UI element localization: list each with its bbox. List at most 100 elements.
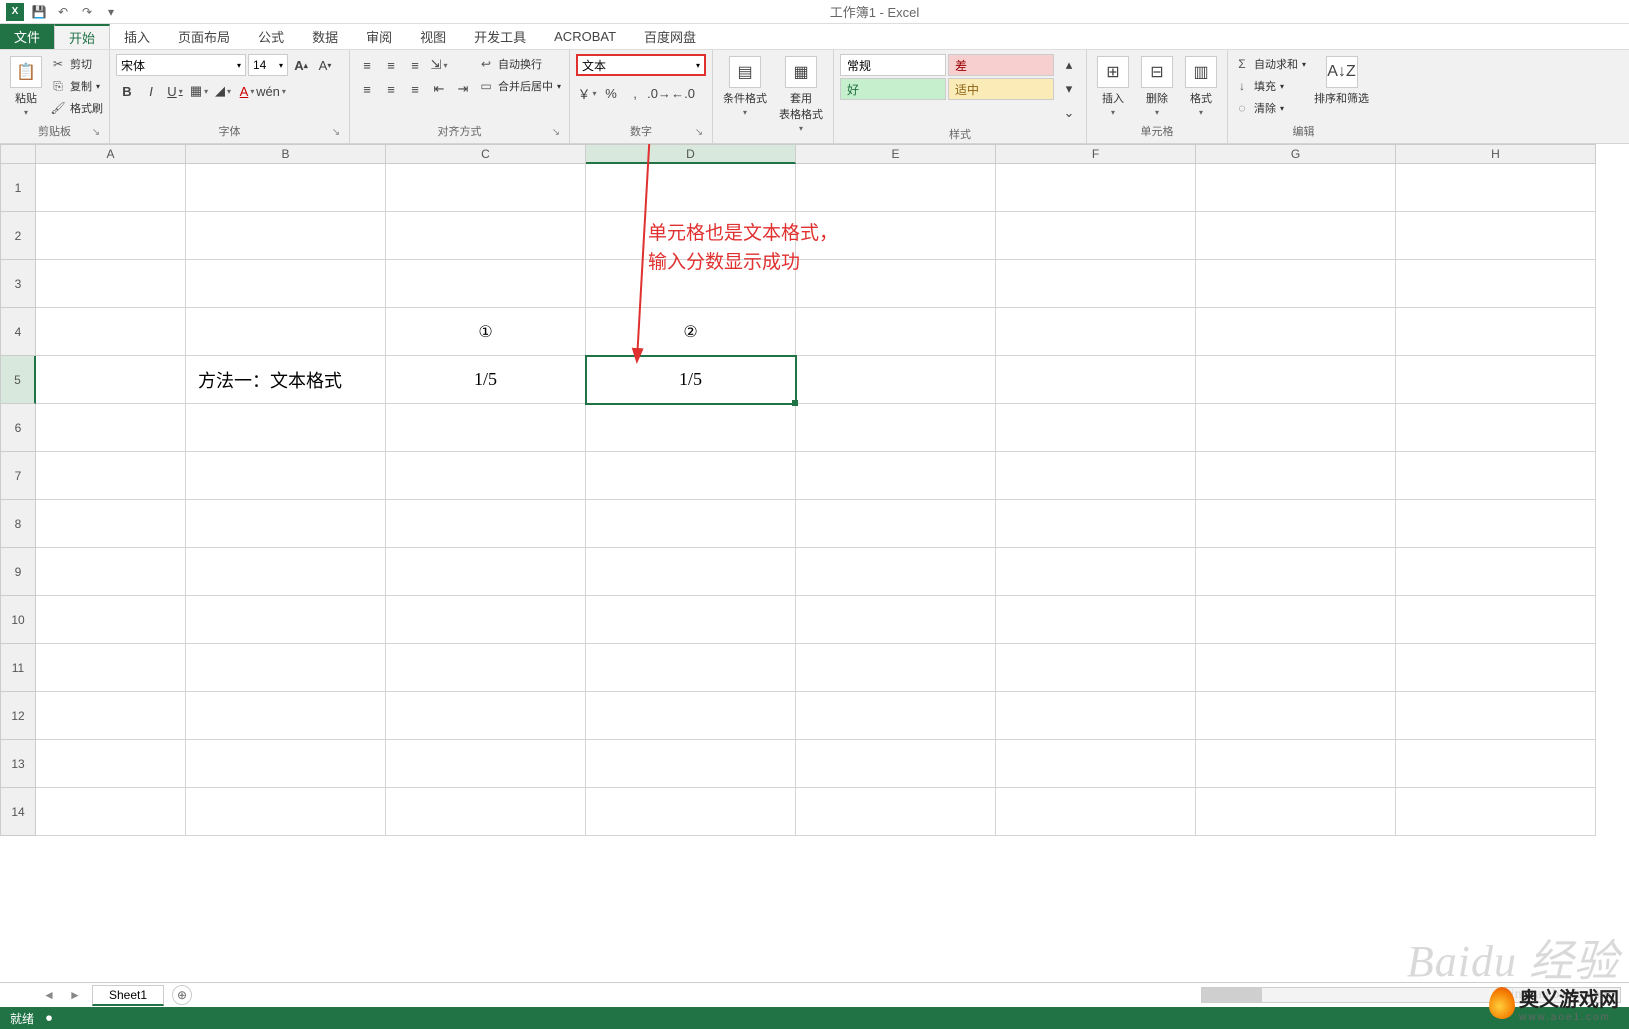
increase-font-button[interactable]: A▴	[290, 54, 312, 76]
cell-G4[interactable]	[1196, 308, 1396, 356]
styles-scroll-down[interactable]: ▾	[1058, 78, 1080, 100]
align-center-button[interactable]: ≡	[380, 78, 402, 100]
orientation-button[interactable]: ⇲▾	[428, 54, 450, 76]
cell-E1[interactable]	[796, 164, 996, 212]
cell-G6[interactable]	[1196, 404, 1396, 452]
row-header-7[interactable]: 7	[0, 452, 36, 500]
cell-F7[interactable]	[996, 452, 1196, 500]
cell-A12[interactable]	[36, 692, 186, 740]
format-cells-button[interactable]: ▥格式▾	[1181, 54, 1221, 119]
delete-cells-button[interactable]: ⊟删除▾	[1137, 54, 1177, 119]
cell-C7[interactable]	[386, 452, 586, 500]
tab-review[interactable]: 审阅	[352, 24, 406, 49]
tab-page-layout[interactable]: 页面布局	[164, 24, 244, 49]
number-format-select[interactable]: 文本▾	[576, 54, 706, 76]
font-color-button[interactable]: A▾	[236, 80, 258, 102]
sort-filter-button[interactable]: A↓Z排序和筛选	[1310, 54, 1373, 108]
cell-C10[interactable]	[386, 596, 586, 644]
cell-D5[interactable]: 1/5	[586, 356, 796, 404]
cell-C2[interactable]	[386, 212, 586, 260]
cell-H4[interactable]	[1396, 308, 1596, 356]
cell-C4[interactable]: ①	[386, 308, 586, 356]
fill-button[interactable]: ↓填充▾	[1234, 76, 1306, 96]
sheet-tab-active[interactable]: Sheet1	[92, 985, 164, 1006]
dialog-launcher-icon[interactable]: ↘	[692, 127, 706, 141]
cell-H2[interactable]	[1396, 212, 1596, 260]
merge-center-button[interactable]: ▭合并后居中▾	[478, 76, 561, 96]
cell-G10[interactable]	[1196, 596, 1396, 644]
tab-developer[interactable]: 开发工具	[460, 24, 540, 49]
cell-F3[interactable]	[996, 260, 1196, 308]
cell-C9[interactable]	[386, 548, 586, 596]
cell-A14[interactable]	[36, 788, 186, 836]
row-header-4[interactable]: 4	[0, 308, 36, 356]
cell-G11[interactable]	[1196, 644, 1396, 692]
tab-insert[interactable]: 插入	[110, 24, 164, 49]
cell-F1[interactable]	[996, 164, 1196, 212]
cell-F12[interactable]	[996, 692, 1196, 740]
cell-C8[interactable]	[386, 500, 586, 548]
cell-E7[interactable]	[796, 452, 996, 500]
cell-E4[interactable]	[796, 308, 996, 356]
sheet-nav-prev[interactable]: ◄	[40, 986, 58, 1004]
cell-D14[interactable]	[586, 788, 796, 836]
cell-E2[interactable]	[796, 212, 996, 260]
worksheet-grid[interactable]: ABCDEFGH 1234567891011121314 ①②方法一：文本格式1…	[0, 144, 1629, 982]
cell-C6[interactable]	[386, 404, 586, 452]
cell-C1[interactable]	[386, 164, 586, 212]
cell-H13[interactable]	[1396, 740, 1596, 788]
cell-F11[interactable]	[996, 644, 1196, 692]
cell-D4[interactable]: ②	[586, 308, 796, 356]
increase-indent-button[interactable]: ⇥	[452, 78, 474, 100]
cell-B9[interactable]	[186, 548, 386, 596]
align-bottom-button[interactable]: ≡	[404, 54, 426, 76]
cell-F8[interactable]	[996, 500, 1196, 548]
cell-H11[interactable]	[1396, 644, 1596, 692]
cell-H6[interactable]	[1396, 404, 1596, 452]
cell-F10[interactable]	[996, 596, 1196, 644]
cell-H14[interactable]	[1396, 788, 1596, 836]
cell-E12[interactable]	[796, 692, 996, 740]
style-neutral[interactable]: 适中	[948, 78, 1054, 100]
cell-D10[interactable]	[586, 596, 796, 644]
cell-A5[interactable]	[36, 356, 186, 404]
horizontal-scrollbar[interactable]	[1201, 987, 1621, 1003]
decrease-font-button[interactable]: A▾	[314, 54, 336, 76]
align-top-button[interactable]: ≡	[356, 54, 378, 76]
cell-C14[interactable]	[386, 788, 586, 836]
row-header-14[interactable]: 14	[0, 788, 36, 836]
column-header-D[interactable]: D	[586, 144, 796, 164]
cell-H12[interactable]	[1396, 692, 1596, 740]
cell-E6[interactable]	[796, 404, 996, 452]
cell-A3[interactable]	[36, 260, 186, 308]
cell-A2[interactable]	[36, 212, 186, 260]
cell-B7[interactable]	[186, 452, 386, 500]
cell-H3[interactable]	[1396, 260, 1596, 308]
increase-decimal-button[interactable]: .0→	[648, 82, 670, 104]
wrap-text-button[interactable]: ↩自动换行	[478, 54, 561, 74]
style-bad[interactable]: 差	[948, 54, 1054, 76]
cell-B8[interactable]	[186, 500, 386, 548]
cell-C5[interactable]: 1/5	[386, 356, 586, 404]
dialog-launcher-icon[interactable]: ↘	[549, 127, 563, 141]
cell-H9[interactable]	[1396, 548, 1596, 596]
cell-H1[interactable]	[1396, 164, 1596, 212]
cell-E3[interactable]	[796, 260, 996, 308]
dialog-launcher-icon[interactable]: ↘	[89, 127, 103, 141]
cell-D1[interactable]	[586, 164, 796, 212]
cell-H7[interactable]	[1396, 452, 1596, 500]
cell-A4[interactable]	[36, 308, 186, 356]
cell-D3[interactable]	[586, 260, 796, 308]
cell-G12[interactable]	[1196, 692, 1396, 740]
column-header-G[interactable]: G	[1196, 144, 1396, 164]
row-header-11[interactable]: 11	[0, 644, 36, 692]
styles-scroll-up[interactable]: ▴	[1058, 54, 1080, 76]
cell-G5[interactable]	[1196, 356, 1396, 404]
underline-button[interactable]: U▾	[164, 80, 186, 102]
cell-B10[interactable]	[186, 596, 386, 644]
tab-file[interactable]: 文件	[0, 24, 54, 49]
redo-icon[interactable]: ↷	[78, 3, 96, 21]
row-header-10[interactable]: 10	[0, 596, 36, 644]
tab-acrobat[interactable]: ACROBAT	[540, 24, 630, 49]
sheet-nav-next[interactable]: ►	[66, 986, 84, 1004]
